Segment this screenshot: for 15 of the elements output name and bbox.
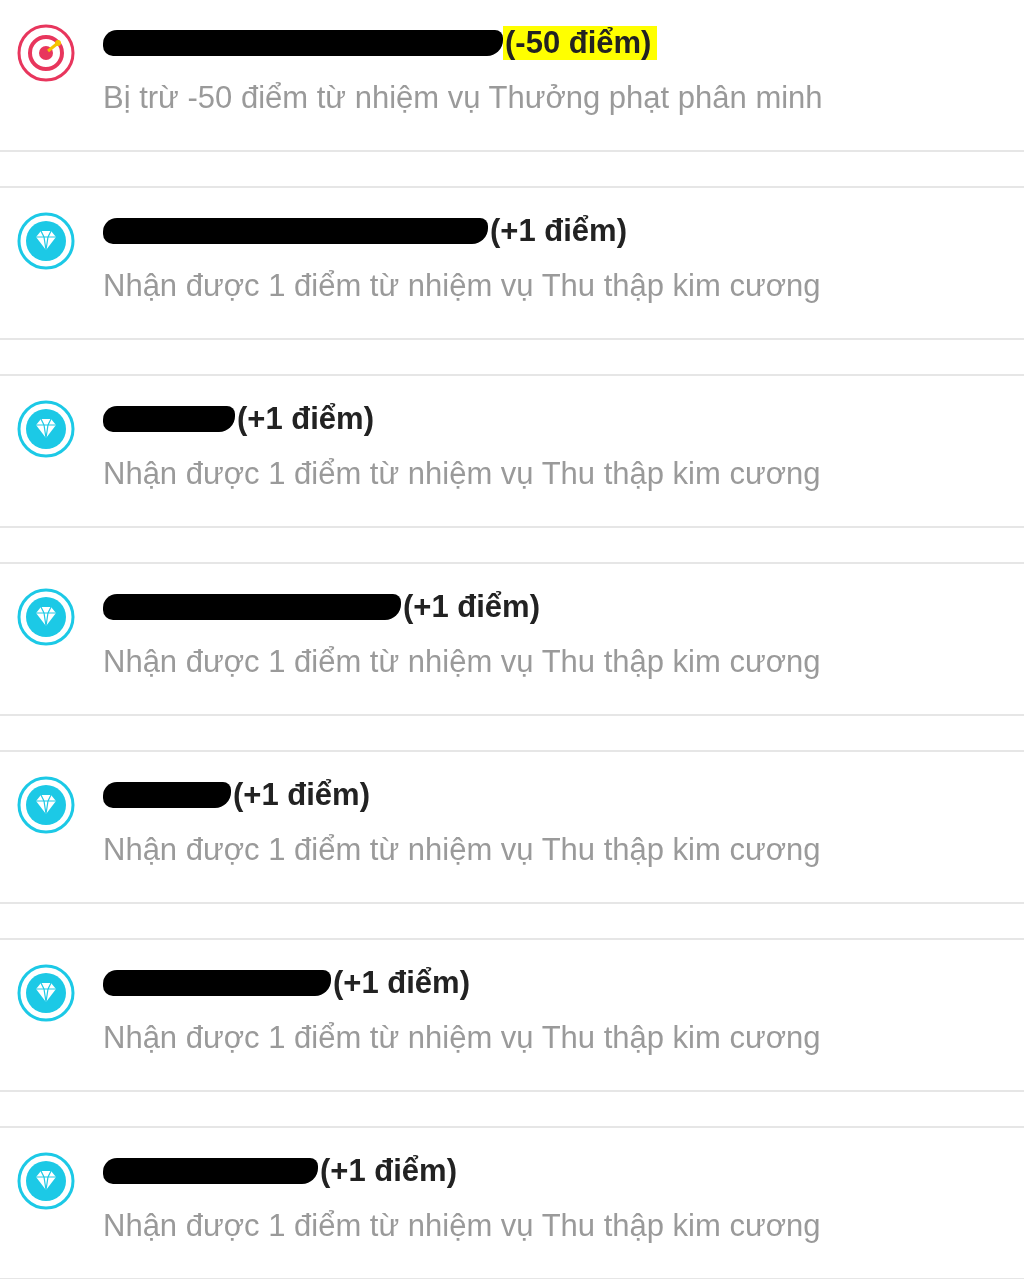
points-change: (+1 điểm) — [332, 966, 471, 1000]
points-change: (+1 điểm) — [489, 214, 628, 248]
activity-description: Bị trừ -50 điểm từ nhiệm vụ Thưởng phạt phân minh — [103, 80, 823, 116]
points-change: (+1 điểm) — [402, 590, 541, 624]
activity-description: Nhận được 1 điểm từ nhiệm vụ Thu thập kim cương — [103, 1020, 821, 1056]
points-change: (+1 điểm) — [319, 1154, 458, 1188]
activity-description: Nhận được 1 điểm từ nhiệm vụ Thu thập kim cương — [103, 1208, 821, 1244]
activity-description: Nhận được 1 điểm từ nhiệm vụ Thu thập kim cương — [103, 268, 821, 304]
points-change: (+1 điểm) — [232, 778, 371, 812]
target-icon — [17, 24, 75, 82]
activity-description: Nhận được 1 điểm từ nhiệm vụ Thu thập kim cương — [103, 456, 821, 492]
activity-description: Nhận được 1 điểm từ nhiệm vụ Thu thập kim cương — [103, 832, 821, 868]
activity-description: Nhận được 1 điểm từ nhiệm vụ Thu thập kim cương — [103, 644, 821, 680]
points-change: (+1 điểm) — [236, 402, 375, 436]
points-change: (-50 điểm) — [503, 26, 658, 60]
